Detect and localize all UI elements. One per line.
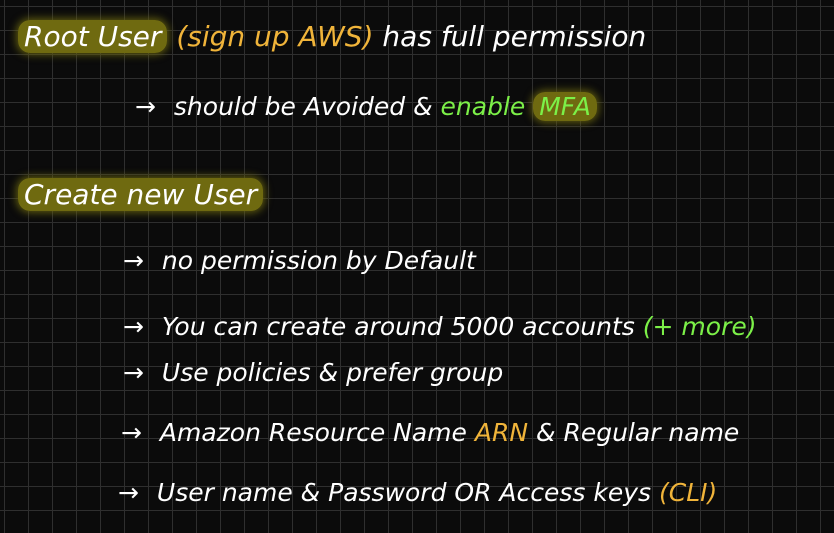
bullet-3-text: Use policies & prefer group	[161, 358, 504, 387]
arrow-icon: →	[118, 478, 139, 507]
bullet-4-rest: & Regular name	[536, 418, 740, 447]
root-user-highlight: Root User	[18, 20, 168, 53]
more-note: (+ more)	[642, 312, 757, 341]
avoid-text: should be Avoided &	[173, 92, 433, 121]
root-user-label: Root User	[24, 20, 162, 53]
arn-label: ARN	[474, 418, 529, 447]
bullet-4-text: Amazon Resource Name	[159, 418, 467, 447]
root-user-desc: has full permission	[382, 20, 647, 53]
bullet-4: → Amazon Resource Name ARN & Regular nam…	[121, 418, 739, 447]
cli-label: (CLI)	[659, 478, 718, 507]
root-user-bullet: → should be Avoided & enable MFA	[135, 92, 597, 121]
heading-create-user: Create new User	[18, 178, 264, 211]
arrow-icon: →	[123, 246, 144, 275]
arrow-icon: →	[123, 358, 144, 387]
bullet-2-text: You can create around 5000 accounts	[161, 312, 635, 341]
bullet-3: → Use policies & prefer group	[123, 358, 503, 387]
enable-text: enable	[440, 92, 526, 121]
bullet-2: → You can create around 5000 accounts (+…	[123, 312, 757, 341]
bullet-5: → User name & Password OR Access keys (C…	[118, 478, 717, 507]
mfa-highlight: MFA	[533, 92, 597, 121]
heading-root-user: Root User (sign up AWS) has full permiss…	[18, 20, 646, 53]
arrow-icon: →	[121, 418, 142, 447]
bullet-1-text: no permission by Default	[161, 246, 476, 275]
create-user-highlight: Create new User	[18, 178, 264, 211]
bullet-5-text: User name & Password OR Access keys	[156, 478, 652, 507]
signup-aws-note: (sign up AWS)	[176, 20, 374, 53]
bullet-1: → no permission by Default	[123, 246, 476, 275]
arrow-icon: →	[123, 312, 144, 341]
arrow-icon: →	[135, 92, 156, 121]
